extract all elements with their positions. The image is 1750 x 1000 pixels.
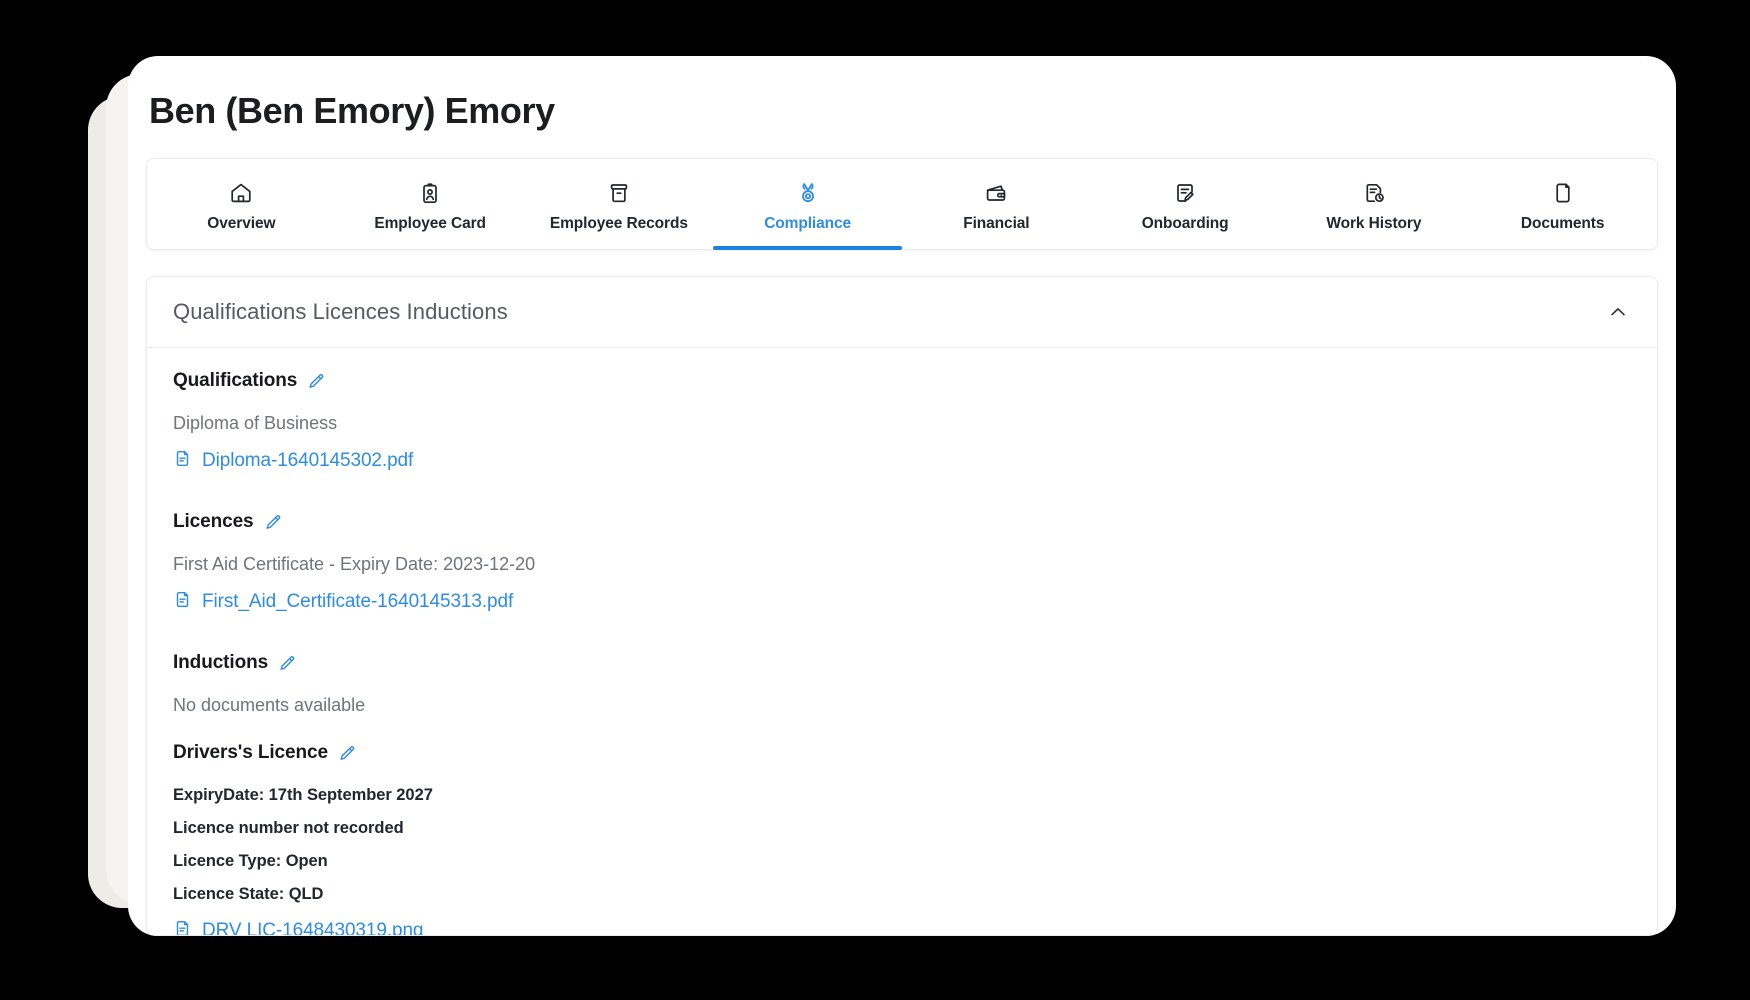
pencil-icon[interactable] [278, 654, 297, 673]
page-title: Ben (Ben Emory) Emory [149, 90, 555, 131]
tab-compliance-label: Compliance [764, 214, 852, 232]
tab-bar: Overview Employee Card Employee Records … [146, 158, 1658, 250]
tab-work-history-label: Work History [1326, 214, 1422, 232]
drivers-licence-expiry: ExpiryDate: 17th September 2027 [173, 786, 433, 804]
file-icon [173, 449, 192, 473]
section-drivers-licence-title: Drivers's Licence [173, 742, 328, 763]
drivers-licence-type: Licence Type: Open [173, 852, 328, 870]
tab-financial[interactable]: Financial [902, 159, 1091, 249]
section-licences-title: Licences [173, 511, 254, 532]
tab-active-underline [713, 246, 902, 250]
licence-file-link[interactable]: First_Aid_Certificate-1640145313.pdf [202, 591, 513, 613]
section-inductions-header: Inductions [173, 652, 1631, 674]
pencil-icon[interactable] [338, 744, 357, 763]
screen-background: Ben (Ben Emory) Emory Overview Employee … [0, 0, 1750, 1000]
file-icon [173, 590, 192, 614]
section-licences-header: Licences [173, 511, 1631, 533]
tab-onboarding[interactable]: Onboarding [1091, 159, 1280, 249]
chevron-up-icon[interactable] [1605, 299, 1631, 325]
licence-file-row[interactable]: First_Aid_Certificate-1640145313.pdf [173, 590, 1631, 614]
section-qualifications-title: Qualifications [173, 370, 298, 391]
tab-onboarding-label: Onboarding [1141, 214, 1229, 232]
qualification-file-link[interactable]: Diploma-1640145302.pdf [202, 450, 413, 472]
employee-profile-window: Ben (Ben Emory) Emory Overview Employee … [128, 56, 1676, 936]
drivers-licence-file-link[interactable]: DRV LIC-1648430319.png [202, 920, 424, 935]
inductions-empty-text: No documents available [173, 695, 366, 715]
section-qualifications-header: Qualifications [173, 370, 1631, 392]
tab-documents[interactable]: Documents [1468, 159, 1657, 249]
tab-work-history[interactable]: Work History [1280, 159, 1469, 249]
pencil-icon[interactable] [307, 372, 326, 391]
qualifications-panel: Qualifications Licences Inductions Quali… [146, 276, 1658, 936]
document-edit-icon [1173, 180, 1197, 206]
qualification-file-row[interactable]: Diploma-1640145302.pdf [173, 449, 1631, 473]
section-inductions-title: Inductions [173, 652, 269, 673]
tab-compliance[interactable]: Compliance [713, 159, 902, 250]
file-icon [173, 919, 192, 935]
page-icon [1551, 180, 1575, 206]
pencil-icon[interactable] [264, 513, 283, 532]
document-clock-icon [1362, 180, 1386, 206]
home-icon [229, 180, 253, 206]
tab-overview-label: Overview [207, 214, 276, 232]
tab-employee-records[interactable]: Employee Records [525, 159, 714, 249]
tab-financial-label: Financial [963, 214, 1030, 232]
tab-overview[interactable]: Overview [147, 159, 336, 249]
drivers-licence-file-row[interactable]: DRV LIC-1648430319.png [173, 919, 1631, 935]
medal-icon [796, 180, 820, 206]
tab-employee-card-label: Employee Card [374, 214, 486, 232]
panel-body: Qualifications Diploma of Business Diplo… [147, 348, 1657, 935]
tab-employee-card[interactable]: Employee Card [336, 159, 525, 249]
drivers-licence-number: Licence number not recorded [173, 819, 404, 837]
section-drivers-licence-header: Drivers's Licence [173, 742, 1631, 764]
drivers-licence-state: Licence State: QLD [173, 885, 324, 903]
qualification-name: Diploma of Business [173, 413, 338, 433]
panel-header-toggle[interactable]: Qualifications Licences Inductions [147, 277, 1657, 348]
licence-name: First Aid Certificate - Expiry Date: 202… [173, 554, 536, 574]
id-card-icon [418, 180, 442, 206]
archive-box-icon [607, 180, 631, 206]
tab-documents-label: Documents [1520, 214, 1605, 232]
panel-title: Qualifications Licences Inductions [173, 299, 508, 324]
wallet-icon [984, 180, 1008, 206]
tab-employee-records-label: Employee Records [549, 214, 688, 232]
